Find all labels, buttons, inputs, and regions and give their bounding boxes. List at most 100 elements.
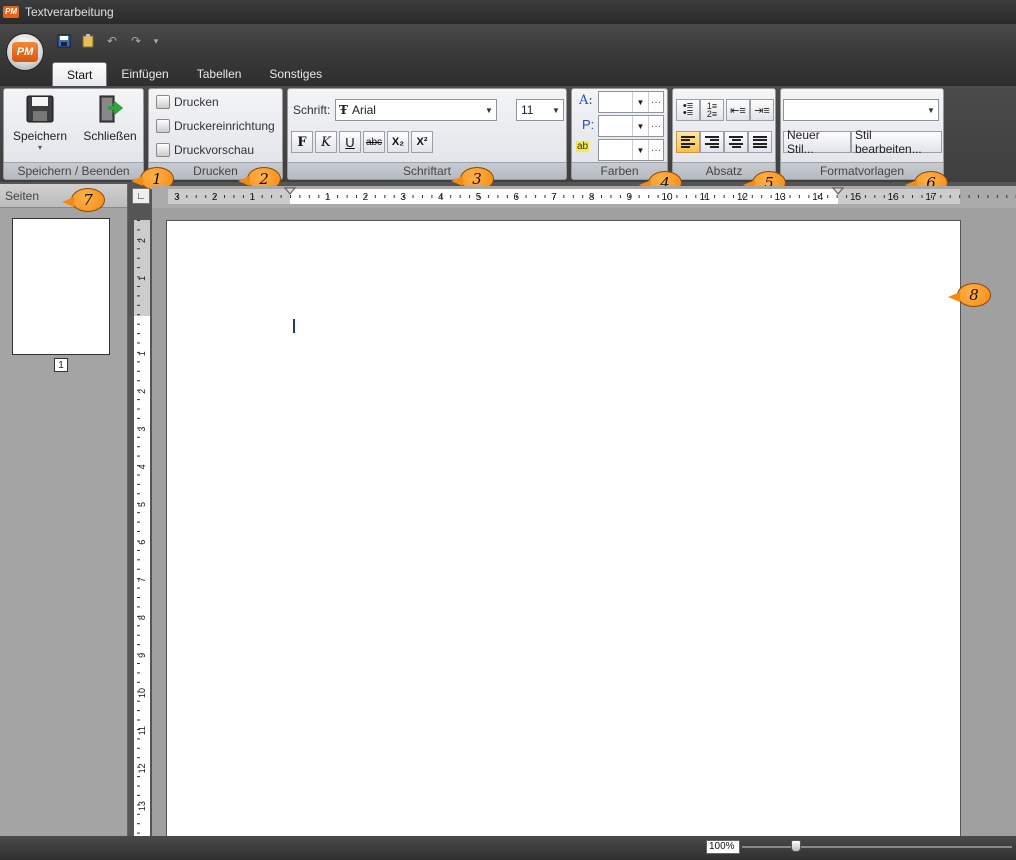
ruler-tick [137, 399, 140, 401]
undo-icon[interactable]: ↶ [102, 32, 122, 50]
save-icon[interactable] [54, 32, 74, 50]
ruler-tick [137, 408, 140, 410]
paragraph-color-swatch [599, 116, 633, 136]
clipboard-icon[interactable] [78, 32, 98, 50]
vertical-ruler[interactable]: 2 1 1 2 3 4 5 6 7 8 9 10 11 12 13 [134, 220, 150, 836]
ruler-tick [137, 644, 140, 646]
ruler-tick [137, 804, 140, 806]
ruler-tick [704, 195, 706, 198]
close-button[interactable]: Schließen [80, 93, 140, 143]
align-left-button[interactable] [676, 131, 700, 153]
ruler-tick [374, 195, 376, 198]
group-label-save: Speichern / Beenden [4, 162, 143, 179]
ruler-tick [137, 286, 140, 287]
ruler-tick [137, 380, 140, 382]
ruler-label: 12 [137, 763, 147, 773]
ruler-tick [987, 195, 989, 198]
printer-setup-label: Druckereinrichtung [174, 119, 275, 133]
ruler-tick [137, 663, 140, 664]
italic-button[interactable]: K [315, 131, 337, 153]
underline-button[interactable]: U [339, 131, 361, 153]
ruler-tick [137, 351, 140, 353]
ruler-tick [137, 653, 140, 655]
document-page[interactable] [166, 220, 961, 840]
ruler-tick [393, 195, 395, 198]
ruler-tick [412, 195, 414, 198]
edit-style-button[interactable]: Stil bearbeiten... [851, 128, 942, 156]
ruler-tick [137, 248, 140, 250]
more-colors-icon[interactable]: ··· [649, 140, 663, 160]
tab-sonstiges[interactable]: Sonstiges [255, 62, 336, 86]
ruler-tick [695, 195, 697, 198]
ruler-tick [318, 195, 320, 198]
superscript-button[interactable]: X² [411, 131, 433, 153]
font-family-select[interactable]: Ŧ Arial ▼ [335, 99, 497, 121]
redo-icon[interactable]: ↷ [126, 32, 146, 50]
printer-setup-icon [156, 119, 170, 133]
font-size-select[interactable]: 11 ▼ [516, 99, 564, 121]
ruler-tick [864, 195, 866, 198]
new-style-button[interactable]: Neuer Stil... [783, 128, 851, 156]
printer-icon [156, 95, 170, 109]
ruler-tick [137, 370, 140, 372]
ruler-tick [346, 195, 348, 198]
tab-tabellen[interactable]: Tabellen [183, 62, 256, 86]
indent-marker[interactable] [831, 187, 845, 195]
customize-toolbar-icon[interactable]: ▾ [150, 32, 162, 50]
more-colors-icon[interactable]: ··· [649, 116, 663, 136]
subscript-button[interactable]: X₂ [387, 131, 409, 153]
save-dropdown-icon[interactable]: ▾ [12, 143, 68, 152]
zoom-slider-thumb[interactable] [791, 840, 801, 852]
print-button[interactable]: Drucken [156, 91, 219, 113]
decrease-indent-button[interactable]: ⇤≡ [726, 99, 750, 121]
numbered-list-button[interactable]: 1≡ 2≡ [700, 99, 724, 121]
ruler-tick [137, 700, 140, 702]
ruler-tick [137, 540, 140, 542]
tab-start[interactable]: Start [52, 62, 108, 86]
ruler-tick [996, 195, 998, 198]
horizontal-ruler[interactable]: 3211234567891011121314151617 [152, 186, 1016, 208]
justify-button[interactable] [748, 131, 772, 153]
style-select[interactable]: ▼ [783, 99, 939, 121]
printer-setup-button[interactable]: Druckereinrichtung [156, 115, 275, 137]
ruler-tick [137, 436, 140, 438]
print-preview-button[interactable]: Druckvorschau [156, 139, 254, 161]
zoom-slider-track[interactable] [742, 846, 1012, 848]
ruler-tick [137, 785, 140, 787]
more-colors-icon[interactable]: ··· [649, 92, 663, 112]
highlight-color-picker[interactable]: ▼ ··· [598, 139, 664, 161]
align-right-button[interactable] [700, 131, 724, 153]
bullet-list-button[interactable]: •≡ •≡ [676, 99, 700, 121]
page-thumbnail[interactable] [12, 218, 110, 355]
ribbon-tabs: Start Einfügen Tabellen Sonstiges [52, 62, 336, 86]
bold-button[interactable]: F [291, 131, 313, 153]
group-styles: ▼ Neuer Stil... Stil bearbeiten... Forma… [780, 88, 944, 180]
increase-indent-button[interactable]: ⇥≡ [750, 99, 774, 121]
text-color-picker[interactable]: ▼ ··· [598, 91, 664, 113]
application-menu-button[interactable]: PM [6, 33, 44, 71]
ruler-tick [137, 455, 140, 457]
tab-stop-selector[interactable]: ∟ [132, 188, 150, 204]
ruler-tick [478, 195, 480, 198]
strikethrough-button[interactable]: abc [363, 131, 385, 153]
save-button[interactable]: Speichern ▾ [12, 93, 68, 152]
paragraph-color-picker[interactable]: ▼ ··· [598, 115, 664, 137]
group-paragraph: •≡ •≡ 1≡ 2≡ ⇤≡ ⇥≡ Absatz [672, 88, 776, 180]
ruler-tick [137, 578, 140, 580]
ruler-tick [591, 195, 593, 198]
indent-marker[interactable] [283, 187, 297, 195]
ruler-tick [723, 195, 725, 198]
ruler-tick [535, 195, 537, 198]
tab-stop-icon: ∟ [136, 190, 146, 202]
ruler-tick [137, 747, 140, 749]
increase-indent-icon: ⇥≡ [754, 104, 770, 117]
align-center-button[interactable] [724, 131, 748, 153]
justify-icon [753, 136, 767, 148]
tab-einfuegen[interactable]: Einfügen [107, 62, 182, 86]
pm-logo-icon: PM [12, 42, 38, 62]
ruler-tick [280, 195, 282, 198]
ruler-tick [714, 195, 716, 198]
ribbon-header: PM ↶ ↷ ▾ Start Einfügen Tabellen Sonstig… [0, 24, 1016, 86]
ruler-tick [337, 195, 339, 198]
align-center-icon [729, 136, 743, 148]
